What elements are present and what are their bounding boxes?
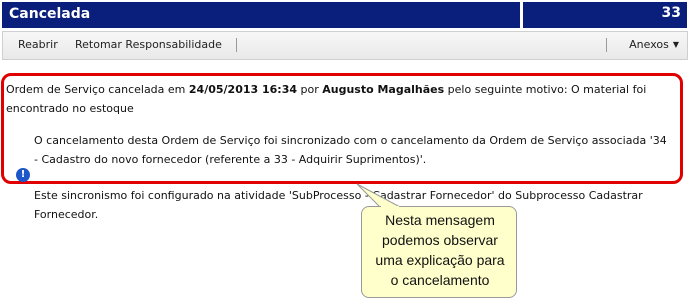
title-bar: Cancelada 33	[0, 0, 690, 31]
toolbar: Reabrir Retomar Responsabilidade Anexos ▼	[2, 31, 688, 60]
callout-line: uma explicação para	[375, 252, 505, 268]
callout-line: Nesta mensagem	[385, 212, 495, 228]
callout-text: Nesta mensagem podemos observar uma expl…	[362, 210, 518, 290]
order-number: 33	[661, 5, 681, 21]
toolbar-divider	[236, 38, 237, 52]
reabrir-button[interactable]: Reabrir	[18, 38, 58, 51]
number-panel: 33	[523, 2, 687, 28]
title-panel: Cancelada	[2, 2, 520, 28]
highlight-box	[1, 73, 683, 184]
annotation-callout: Nesta mensagem podemos observar uma expl…	[361, 206, 517, 298]
chevron-down-icon: ▼	[672, 40, 679, 49]
anexos-dropdown[interactable]: Anexos ▼	[629, 38, 679, 51]
anexos-label: Anexos	[629, 38, 669, 51]
config-message-line-1: Este sincronismo foi configurado na ativ…	[34, 189, 643, 202]
retomar-responsabilidade-button[interactable]: Retomar Responsabilidade	[75, 38, 222, 51]
config-message-line-2: Fornecedor.	[34, 208, 99, 221]
callout-line: podemos observar	[382, 232, 498, 248]
toolbar-divider	[606, 38, 607, 52]
info-icon: !	[16, 168, 30, 182]
callout-line: o cancelamento	[390, 272, 490, 288]
status-title: Cancelada	[9, 6, 91, 22]
